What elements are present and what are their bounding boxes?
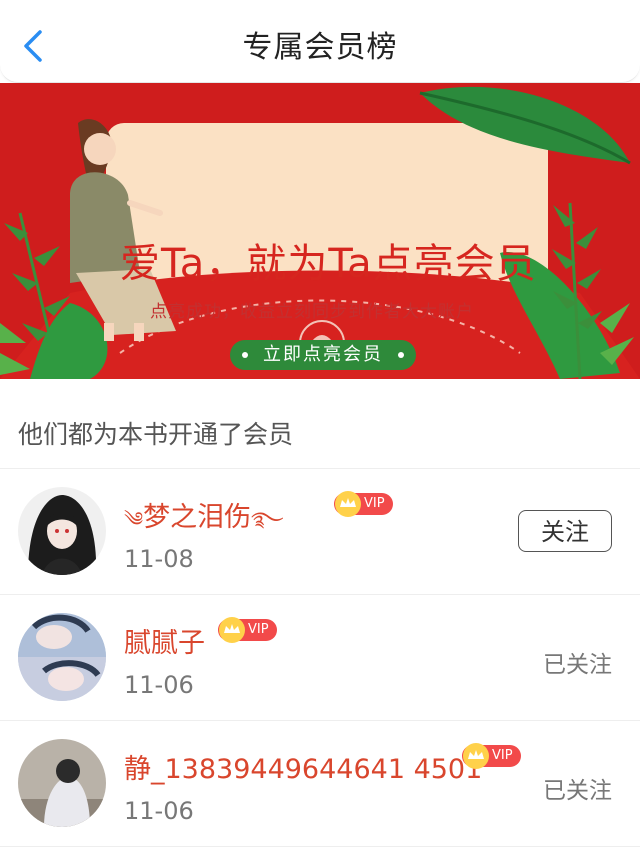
top-bar: 专属会员榜	[0, 0, 640, 83]
banner-title: 爱Ta，就为Ta点亮会员	[120, 241, 537, 287]
avatar[interactable]	[18, 613, 106, 701]
followed-status[interactable]: 已关注	[543, 645, 612, 679]
vip-badge: VIP	[218, 617, 277, 643]
member-row[interactable]: 腻腻子 VIP 11-06 已关注	[0, 595, 640, 721]
section-title: 他们都为本书开通了会员	[0, 379, 640, 469]
followed-status[interactable]: 已关注	[543, 771, 612, 805]
vip-badge: VIP	[462, 743, 521, 769]
crown-icon	[335, 491, 361, 517]
member-date: 11-06	[124, 671, 194, 699]
member-row[interactable]: 静_13839449644641 4501 VIP 11-06 已关注	[0, 721, 640, 847]
member-name: 静_13839449644641 4501	[124, 754, 483, 785]
promo-banner[interactable]: 爱Ta，就为Ta点亮会员 点亮成功，收益立刻同步到作者大大账户 立即点亮会员	[0, 83, 640, 379]
crown-icon	[463, 743, 489, 769]
banner-subtitle: 点亮成功，收益立刻同步到作者大大账户	[150, 302, 474, 322]
avatar[interactable]	[18, 487, 106, 575]
member-name: 腻腻子	[124, 628, 205, 659]
page-title: 专属会员榜	[242, 30, 398, 65]
name-flourish-right-icon: ࿐	[251, 507, 284, 531]
follow-button[interactable]: 关注	[518, 510, 612, 552]
member-date: 11-06	[124, 797, 194, 825]
light-up-membership-button[interactable]: 立即点亮会员	[230, 340, 416, 370]
member-date: 11-08	[124, 545, 194, 573]
vip-badge: VIP	[334, 491, 393, 517]
avatar[interactable]	[18, 739, 106, 827]
crown-icon	[219, 617, 245, 643]
name-flourish-left-icon: ༄	[124, 507, 144, 531]
member-row[interactable]: ༄梦之泪伤࿐ VIP 11-08 关注	[0, 469, 640, 595]
